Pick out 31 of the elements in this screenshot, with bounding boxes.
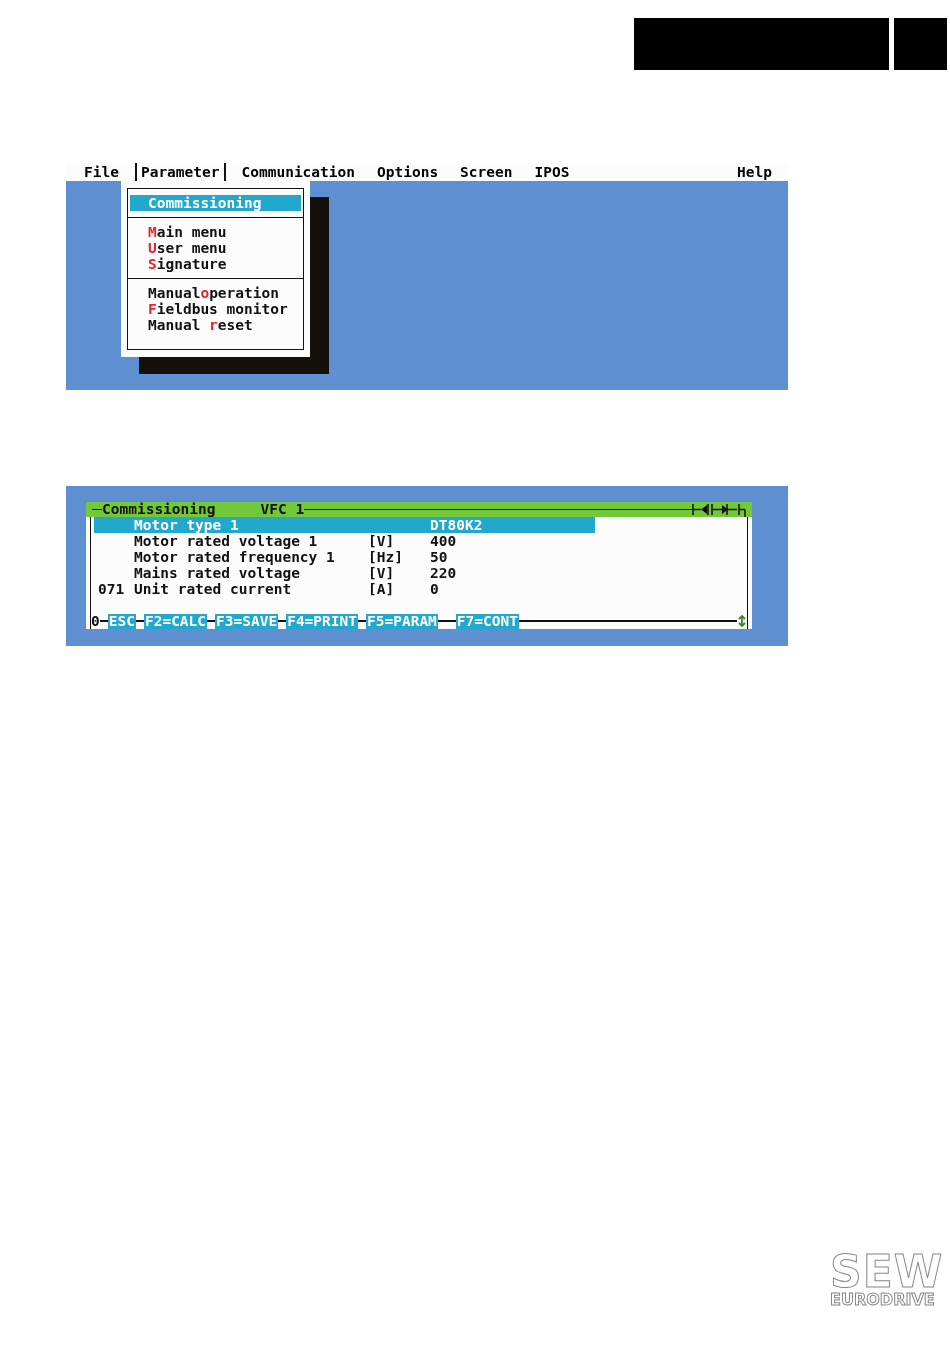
- parameter-row[interactable]: Mains rated voltage [V] 220: [94, 565, 595, 581]
- device-name: VFC 1: [260, 502, 305, 517]
- parameter-value: 0: [430, 581, 440, 597]
- parameter-name: Unit rated current: [134, 581, 293, 597]
- parameter-unit: [Hz]: [368, 549, 404, 565]
- parameter-unit: [A]: [368, 581, 396, 597]
- parameter-value: 400: [430, 533, 458, 549]
- parameter-value: DT80K2: [430, 517, 484, 533]
- parameter-row[interactable]: 071 Unit rated current [A] 0: [94, 581, 595, 597]
- status-number: 0: [91, 613, 100, 629]
- dropdown-item[interactable]: User menu: [130, 240, 301, 256]
- parameter-unit: [V]: [368, 565, 396, 581]
- dropdown-item[interactable]: Manual reset: [130, 317, 301, 333]
- parameter-value: 220: [430, 565, 458, 581]
- parameter-name: Motor rated voltage 1: [134, 533, 319, 549]
- parameter-value: 50: [430, 549, 449, 565]
- dropdown-item[interactable]: Manualoperation: [130, 285, 301, 301]
- scroll-arrows-icon[interactable]: [692, 502, 746, 517]
- parameter-name: Motor rated frequency 1: [134, 549, 336, 565]
- dropdown-item[interactable]: Signature: [130, 256, 301, 272]
- parameter-row[interactable]: Motor rated voltage 1 [V] 400: [94, 533, 595, 549]
- parameter-unit: [V]: [368, 533, 396, 549]
- parameter-number: 071: [98, 581, 126, 597]
- company-logo: SEW EURODRIVE: [830, 1252, 944, 1308]
- parameter-name: Motor type 1: [134, 517, 240, 533]
- window-title: Commissioning: [102, 502, 216, 517]
- parameter-row[interactable]: Motor rated frequency 1 [Hz] 50: [94, 549, 595, 565]
- parameter-name: Mains rated voltage: [134, 565, 301, 581]
- dropdown-item[interactable]: Fieldbus monitor: [130, 301, 301, 317]
- dropdown-item[interactable]: Main menu: [130, 224, 301, 240]
- up-down-arrow-icon: [737, 615, 747, 627]
